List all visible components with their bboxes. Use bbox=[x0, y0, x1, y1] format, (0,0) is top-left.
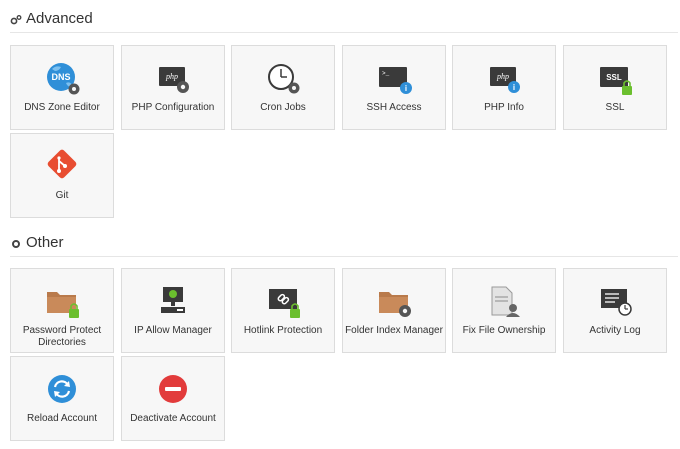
tile-fix-file-ownership[interactable]: Fix File Ownership bbox=[452, 268, 556, 353]
section-title-text: Other bbox=[26, 234, 64, 251]
tile-php-configuration[interactable]: php PHP Configuration bbox=[121, 45, 225, 130]
gears-icon bbox=[10, 15, 22, 25]
deactivate-icon bbox=[159, 375, 187, 403]
svg-text:SSL: SSL bbox=[606, 73, 622, 82]
tile-password-protect-directories[interactable]: Password Protect Directories bbox=[10, 268, 114, 353]
git-icon bbox=[47, 149, 77, 179]
php-config-icon: php bbox=[159, 67, 189, 93]
tile-label: Deactivate Account bbox=[130, 413, 216, 424]
svg-text:i: i bbox=[405, 84, 407, 93]
tile-hotlink-protection[interactable]: Hotlink Protection bbox=[231, 268, 335, 353]
ip-allow-icon bbox=[161, 287, 185, 313]
tile-label: PHP Configuration bbox=[131, 102, 215, 113]
hotlink-icon bbox=[269, 289, 300, 318]
section-title-advanced: Advanced bbox=[10, 9, 678, 33]
tile-label: Folder Index Manager bbox=[345, 325, 443, 336]
tile-deactivate-account[interactable]: Deactivate Account bbox=[121, 356, 225, 441]
ssl-lock-icon: SSL bbox=[600, 67, 632, 95]
tile-label: SSH Access bbox=[366, 102, 422, 113]
tile-label: Activity Log bbox=[589, 325, 641, 336]
svg-text:php: php bbox=[165, 72, 178, 81]
tile-reload-account[interactable]: Reload Account bbox=[10, 356, 114, 441]
tile-label: Fix File Ownership bbox=[462, 325, 546, 336]
tile-label: SSL bbox=[605, 102, 625, 113]
section-title-other: Other bbox=[10, 233, 678, 257]
tile-label: Cron Jobs bbox=[260, 102, 306, 113]
svg-text:php: php bbox=[496, 72, 509, 81]
tile-activity-log[interactable]: Activity Log bbox=[563, 268, 667, 353]
tile-git[interactable]: Git bbox=[10, 133, 114, 218]
tile-dns-zone-editor[interactable]: DNS DNS Zone Editor bbox=[10, 45, 114, 130]
tile-label: Git bbox=[55, 190, 69, 201]
terminal-info-icon: >_ i bbox=[379, 67, 412, 94]
svg-text:>_: >_ bbox=[382, 70, 390, 77]
gear-icon bbox=[12, 240, 20, 248]
file-user-icon bbox=[491, 286, 520, 317]
section-title-text: Advanced bbox=[26, 10, 93, 27]
svg-text:DNS: DNS bbox=[51, 72, 70, 82]
folder-gear-icon bbox=[379, 292, 411, 317]
reload-icon bbox=[48, 375, 76, 403]
php-info-icon: php i bbox=[490, 67, 520, 93]
tile-label: PHP Info bbox=[484, 102, 524, 113]
folder-lock-icon bbox=[47, 292, 79, 318]
tile-label: Reload Account bbox=[26, 413, 98, 424]
tile-ip-allow-manager[interactable]: IP Allow Manager bbox=[121, 268, 225, 353]
svg-text:i: i bbox=[513, 83, 515, 92]
tile-ssh-access[interactable]: >_ i SSH Access bbox=[342, 45, 446, 130]
tile-label: DNS Zone Editor bbox=[24, 102, 100, 113]
tile-label: Hotlink Protection bbox=[243, 325, 323, 336]
dns-icon: DNS bbox=[47, 63, 80, 95]
tile-label: Password Protect Directories bbox=[22, 325, 102, 348]
tile-folder-index-manager[interactable]: Folder Index Manager bbox=[342, 268, 446, 353]
activity-log-icon bbox=[601, 289, 632, 316]
tile-php-info[interactable]: php i PHP Info bbox=[452, 45, 556, 130]
tile-label: IP Allow Manager bbox=[134, 325, 212, 336]
tile-ssl[interactable]: SSL SSL bbox=[563, 45, 667, 130]
tile-cron-jobs[interactable]: Cron Jobs bbox=[231, 45, 335, 130]
clock-gear-icon bbox=[268, 64, 300, 94]
